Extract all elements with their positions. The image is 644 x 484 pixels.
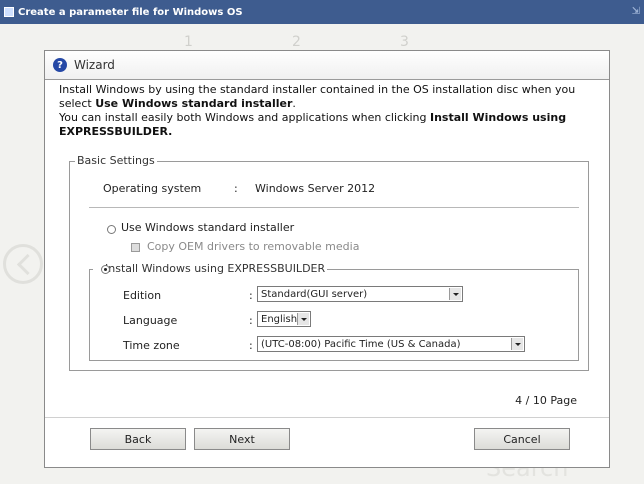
footer-divider — [45, 417, 609, 418]
standard-installer-radio[interactable] — [107, 225, 116, 234]
background-step-2: 2 — [292, 34, 301, 50]
wizard-header: ? Wizard — [45, 51, 609, 80]
intro-text: select — [59, 97, 96, 110]
copy-oem-checkbox — [131, 243, 140, 252]
wizard-intro: Install Windows by using the standard in… — [45, 80, 609, 139]
timezone-value: (UTC-08:00) Pacific Time (US & Canada) — [261, 338, 461, 350]
os-value: Windows Server 2012 — [255, 182, 376, 195]
standard-installer-label[interactable]: Use Windows standard installer — [121, 221, 294, 234]
chevron-down-icon[interactable] — [449, 288, 461, 300]
timezone-colon: : — [249, 339, 253, 352]
intro-text: You can install easily both Windows and … — [59, 111, 430, 124]
wizard-title: Wizard — [74, 58, 115, 72]
intro-bold-text: EXPRESSBUILDER. — [59, 125, 173, 138]
help-icon[interactable]: ? — [53, 58, 67, 72]
previous-arrow-icon[interactable] — [3, 244, 43, 284]
timezone-label: Time zone — [123, 339, 180, 352]
chevron-down-icon[interactable] — [297, 313, 309, 325]
timezone-select[interactable]: (UTC-08:00) Pacific Time (US & Canada) — [257, 336, 525, 352]
window-title: Create a parameter file for Windows OS — [18, 6, 243, 18]
edition-label: Edition — [123, 289, 162, 302]
copy-oem-label: Copy OEM drivers to removable media — [147, 240, 360, 253]
expressbuilder-legend: Install Windows using EXPRESSBUILDER — [93, 262, 328, 275]
intro-line-3: You can install easily both Windows and … — [59, 111, 599, 125]
intro-line-1: Install Windows by using the standard in… — [59, 83, 576, 96]
background-step-3: 3 — [400, 34, 409, 50]
language-colon: : — [249, 314, 253, 327]
basic-settings-legend: Basic Settings — [75, 154, 157, 167]
wizard-dialog: ? Wizard Install Windows by using the st… — [44, 50, 610, 468]
language-label: Language — [123, 314, 178, 327]
expressbuilder-label[interactable]: Install Windows using EXPRESSBUILDER — [105, 262, 325, 275]
next-button[interactable]: Next — [194, 428, 290, 450]
window-titlebar: Create a parameter file for Windows OS ⇲ — [0, 0, 644, 24]
edition-select[interactable]: Standard(GUI server) — [257, 286, 463, 302]
intro-line-4: EXPRESSBUILDER. — [59, 125, 599, 139]
background-step-1: 1 — [184, 34, 193, 50]
cancel-button[interactable]: Cancel — [474, 428, 570, 450]
back-button[interactable]: Back — [90, 428, 186, 450]
chevron-down-icon[interactable] — [511, 338, 523, 350]
edition-colon: : — [249, 289, 253, 302]
intro-bold-text: Use Windows standard installer — [95, 97, 293, 110]
intro-bold-text: Install Windows using — [429, 111, 567, 124]
language-select[interactable]: English — [257, 311, 311, 327]
os-label: Operating system — [103, 182, 202, 195]
edition-value: Standard(GUI server) — [261, 288, 368, 300]
intro-text: . — [292, 97, 296, 110]
page-indicator: 4 / 10 Page — [515, 394, 577, 407]
expressbuilder-radio[interactable] — [101, 265, 110, 274]
app-icon — [4, 7, 14, 17]
language-value: English — [261, 313, 298, 325]
resize-icon[interactable]: ⇲ — [632, 6, 640, 17]
os-colon: : — [234, 182, 238, 195]
divider — [89, 207, 579, 208]
intro-line-2: select Use Windows standard installer. — [59, 97, 599, 111]
